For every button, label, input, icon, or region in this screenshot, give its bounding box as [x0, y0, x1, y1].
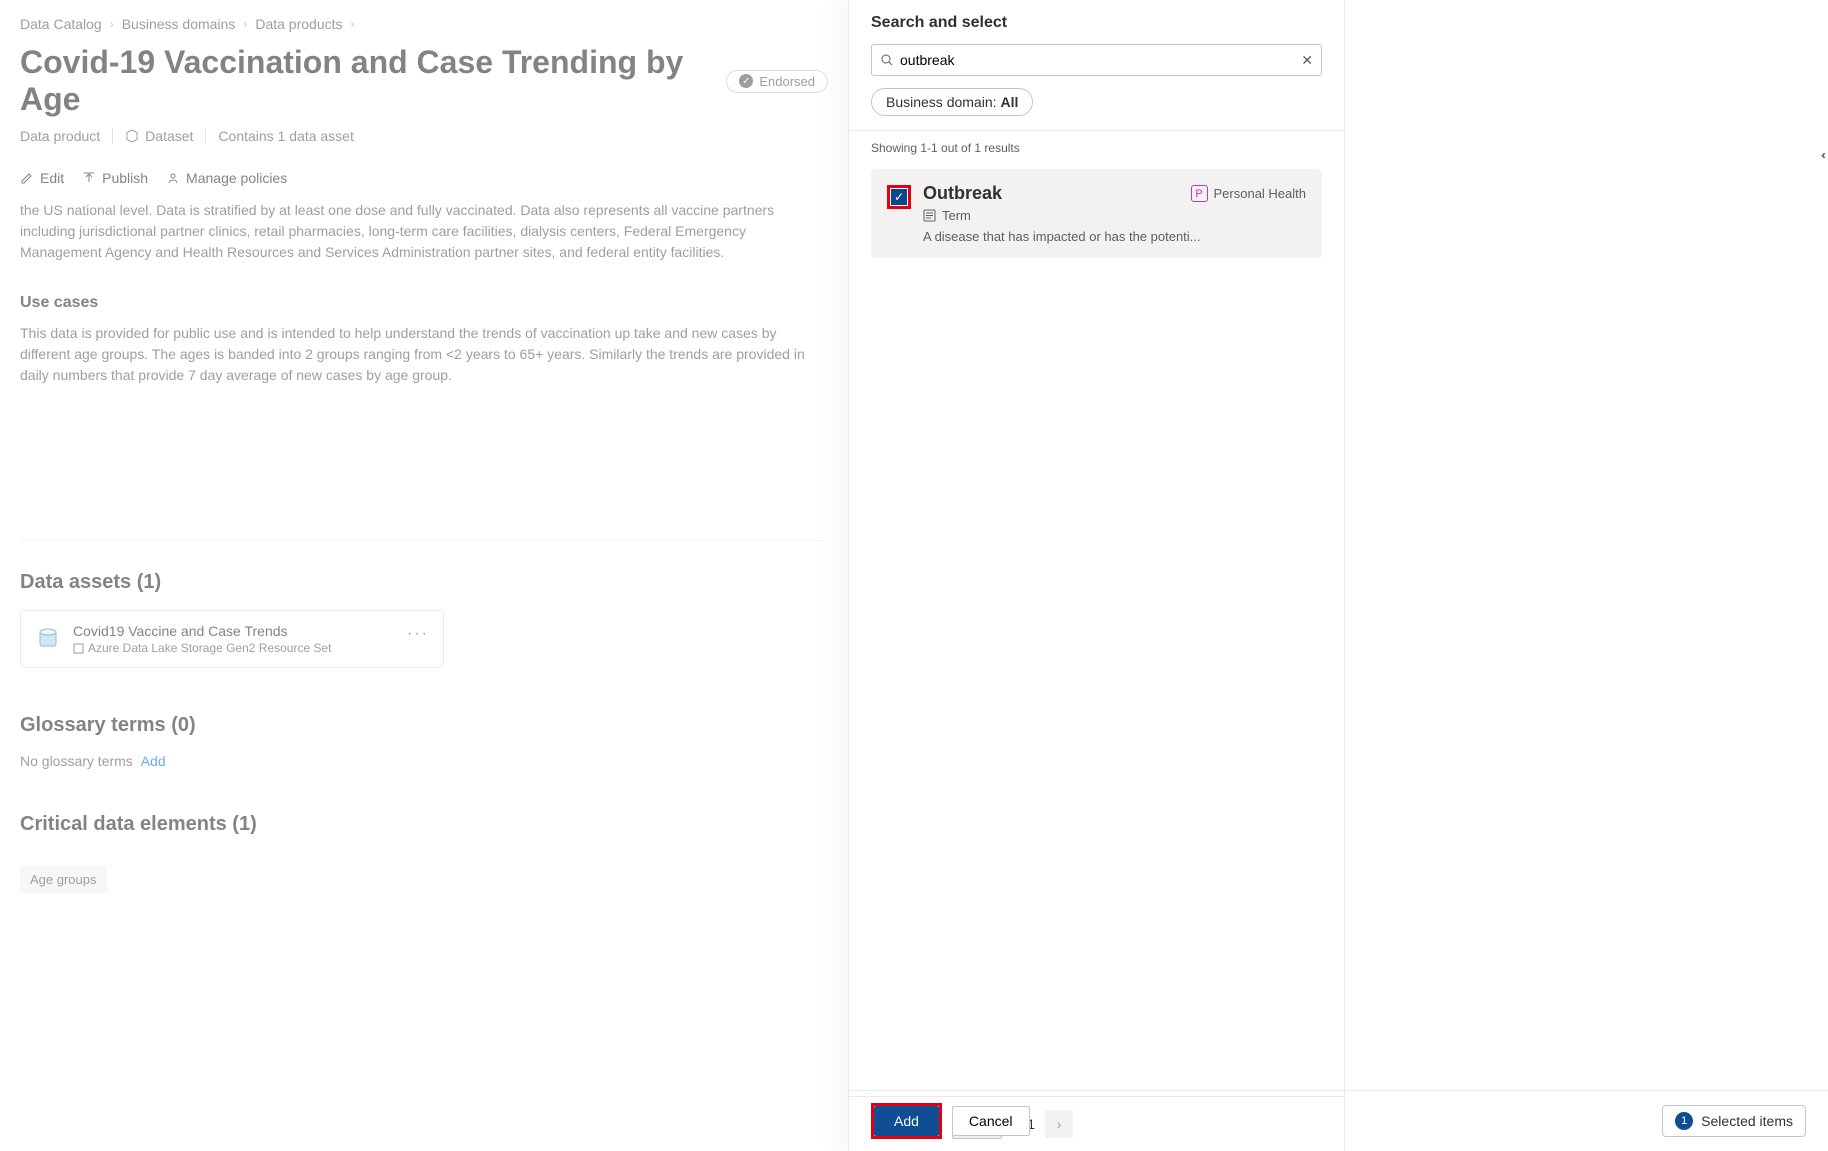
domain-badge-icon: P [1191, 185, 1208, 202]
result-title: Outbreak [923, 183, 1002, 204]
glossary-heading: Glossary terms (0) [20, 714, 828, 737]
endorsed-badge: ✓ Endorsed [726, 70, 828, 93]
check-circle-icon: ✓ [739, 74, 753, 88]
data-assets-heading: Data assets (1) [0, 571, 848, 594]
file-icon [73, 643, 84, 654]
search-icon [880, 53, 894, 67]
manage-policies-button[interactable]: Manage policies [166, 170, 287, 186]
chevron-right-icon: › [243, 17, 247, 31]
glossary-empty-text: No glossary terms [20, 753, 133, 769]
result-tag: P Personal Health [1191, 185, 1307, 202]
edit-button[interactable]: Edit [20, 170, 64, 186]
search-input[interactable] [894, 52, 1301, 68]
data-asset-card[interactable]: Covid19 Vaccine and Case Trends Azure Da… [20, 610, 444, 668]
clear-icon[interactable]: ✕ [1301, 52, 1313, 69]
meta-dataset: Dataset [125, 128, 193, 144]
result-checkbox-highlight: ✓ [887, 185, 911, 209]
glossary-add-link[interactable]: Add [141, 753, 166, 769]
panel-title: Search and select [849, 0, 1344, 44]
use-cases-text: This data is provided for public use and… [20, 323, 828, 386]
endorsed-label: Endorsed [759, 74, 815, 89]
term-icon [923, 209, 936, 222]
meta-assets: Contains 1 data asset [218, 128, 353, 144]
chevron-right-icon: › [351, 17, 355, 31]
asset-subtitle: Azure Data Lake Storage Gen2 Resource Se… [73, 641, 331, 655]
result-card[interactable]: ✓ Outbreak P Personal Health Term A dise… [871, 169, 1322, 258]
meta-product: Data product [20, 128, 100, 144]
panel-footer: Add Cancel 1 Selected items [849, 1090, 1828, 1151]
breadcrumb: Data Catalog › Business domains › Data p… [0, 0, 848, 44]
cancel-button[interactable]: Cancel [952, 1106, 1030, 1136]
breadcrumb-item[interactable]: Data products [255, 16, 342, 32]
result-checkbox[interactable]: ✓ [891, 189, 907, 205]
storage-icon [35, 625, 63, 653]
asset-title: Covid19 Vaccine and Case Trends [73, 623, 331, 639]
filter-pill[interactable]: Business domain: All [871, 88, 1033, 116]
search-input-container: ✕ [871, 44, 1322, 76]
upload-icon [82, 171, 96, 185]
selected-count: 1 [1675, 1112, 1693, 1130]
person-icon [166, 171, 180, 185]
meta-row: Data product Dataset Contains 1 data ass… [0, 128, 848, 162]
cde-tag[interactable]: Age groups [20, 866, 107, 893]
cube-icon [125, 129, 139, 143]
chevron-right-icon: › [110, 17, 114, 31]
breadcrumb-item[interactable]: Data Catalog [20, 16, 102, 32]
add-button-highlight: Add [871, 1103, 942, 1139]
pencil-icon [20, 171, 34, 185]
page-title: Covid-19 Vaccination and Case Trending b… [20, 44, 712, 118]
breadcrumb-item[interactable]: Business domains [122, 16, 236, 32]
result-type: Term [923, 208, 1306, 223]
results-count: Showing 1-1 out of 1 results [849, 131, 1344, 165]
selected-items-button[interactable]: 1 Selected items [1662, 1105, 1806, 1137]
divider [20, 540, 828, 541]
toolbar: Edit Publish Manage policies [0, 162, 848, 196]
search-select-panel: Search and select ✕ Business domain: All… [848, 0, 1828, 1151]
publish-button[interactable]: Publish [82, 170, 148, 186]
use-cases-heading: Use cases [20, 291, 828, 315]
result-description: A disease that has impacted or has the p… [923, 229, 1306, 244]
add-button[interactable]: Add [874, 1106, 939, 1136]
more-button[interactable]: ··· [407, 625, 429, 643]
selected-label: Selected items [1701, 1113, 1793, 1129]
description-text: the US national level. Data is stratifie… [20, 200, 828, 263]
cde-heading: Critical data elements (1) [20, 813, 828, 836]
